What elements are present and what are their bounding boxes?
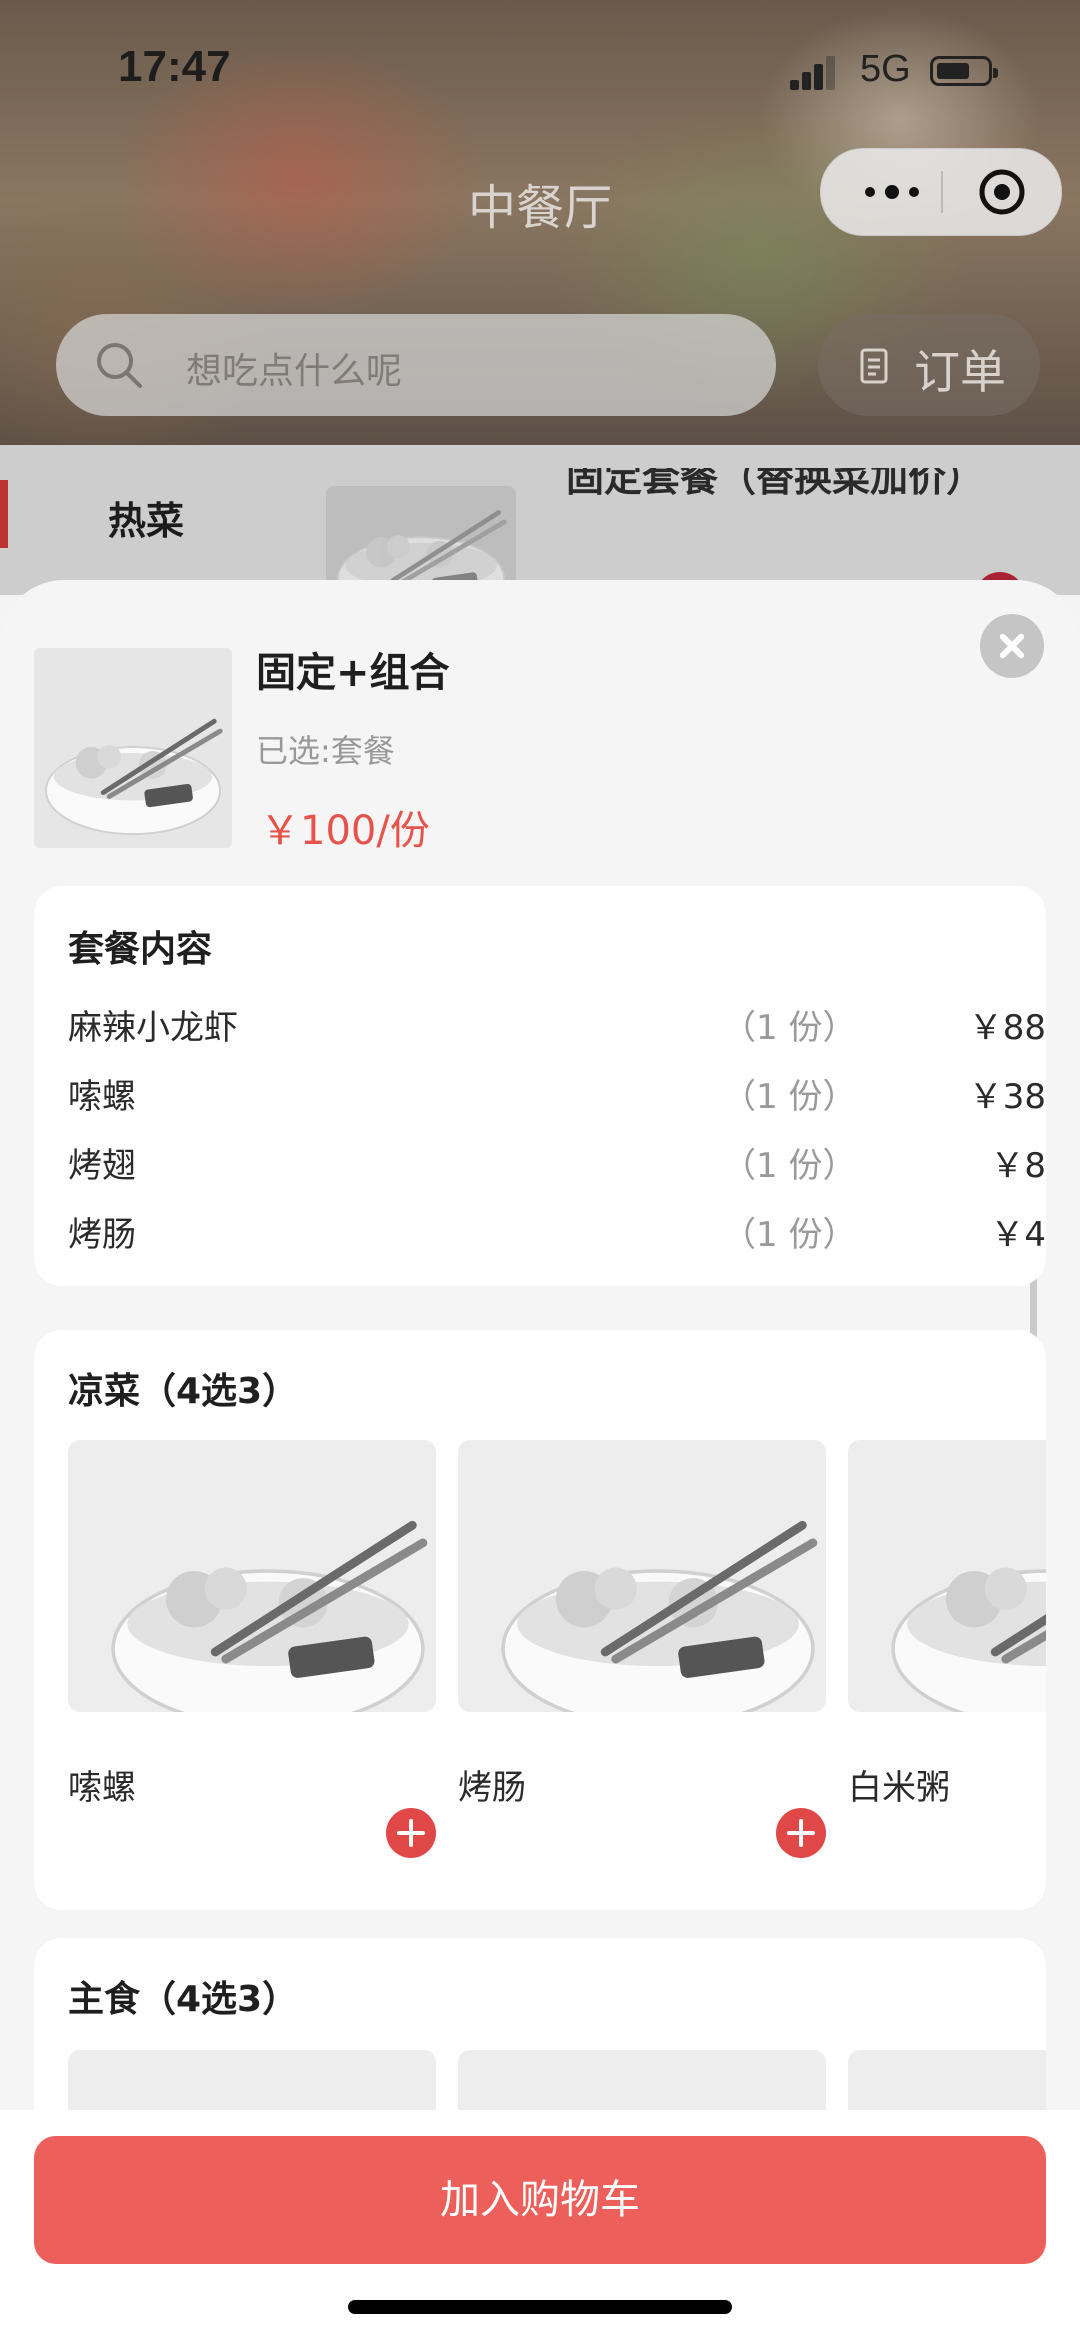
cold-dishes-title: 凉菜（4选3）	[68, 1371, 299, 1412]
set-menu-row: 烤翅 （1 份） ￥8	[68, 1130, 1046, 1190]
set-menu-row: 烤肠 （1 份） ￥4	[68, 1199, 1046, 1259]
set-menu-row: 麻辣小龙虾 （1 份） ￥88	[68, 992, 1046, 1052]
product-selected: 已选:套餐	[256, 732, 395, 770]
set-menu-item-price: ￥8	[990, 1146, 1046, 1186]
status-time: 17:47	[118, 42, 231, 91]
staple-title: 主食（4选3）	[68, 1979, 299, 2020]
search-bar[interactable]: 想吃点什么呢	[56, 314, 776, 416]
mini-program-capsule[interactable]	[820, 148, 1062, 236]
signal-icon	[790, 56, 835, 90]
dish-image	[848, 1440, 1046, 1712]
set-menu-item-price: ￥38	[968, 1077, 1046, 1117]
set-menu-item-price: ￥88	[968, 1008, 1046, 1048]
search-icon	[94, 340, 144, 390]
product-price: ￥100/份	[260, 808, 430, 854]
capsule-divider	[941, 171, 943, 213]
battery-icon	[930, 56, 998, 86]
order-button[interactable]: 订单	[818, 314, 1040, 416]
set-menu-card: 套餐内容 麻辣小龙虾 （1 份） ￥88 嗦螺 （1 份） ￥38 烤翅 （1 …	[34, 886, 1046, 1286]
dish-name: 白米粥	[848, 1768, 950, 1808]
set-menu-item-qty: （1 份）	[722, 1215, 857, 1255]
category-active-indicator	[0, 480, 8, 548]
set-menu-item-price: ￥4	[990, 1215, 1046, 1255]
set-menu-item-name: 麻辣小龙虾	[68, 1008, 238, 1048]
set-menu-row: 嗦螺 （1 份） ￥38	[68, 1061, 1046, 1121]
dish-image	[68, 1440, 436, 1712]
set-menu-item-name: 烤肠	[68, 1215, 136, 1255]
home-indicator[interactable]	[348, 2300, 732, 2314]
add-icon[interactable]	[386, 1808, 436, 1858]
document-icon	[860, 348, 888, 384]
add-icon[interactable]	[776, 1808, 826, 1858]
network-label: 5G	[860, 48, 911, 90]
set-menu-item-name: 嗦螺	[68, 1077, 136, 1117]
set-menu-item-qty: （1 份）	[722, 1008, 857, 1048]
cold-dishes-carousel[interactable]: 嗦螺 烤肠 白米粥	[68, 1440, 1046, 1900]
dish-name: 烤肠	[458, 1768, 526, 1808]
set-menu-item-qty: （1 份）	[722, 1077, 857, 1117]
close-icon[interactable]	[980, 614, 1044, 678]
dish-name: 嗦螺	[68, 1768, 136, 1808]
order-label: 订单	[914, 345, 1006, 399]
set-menu-item-name: 烤翅	[68, 1146, 136, 1186]
dish-image	[458, 1440, 826, 1712]
search-placeholder: 想吃点什么呢	[186, 351, 403, 392]
set-menu-item-qty: （1 份）	[722, 1146, 857, 1186]
close-program-icon[interactable]	[977, 167, 1027, 217]
add-to-cart-button[interactable]: 加入购物车	[34, 2136, 1046, 2264]
status-bar: 17:47 5G	[0, 0, 1080, 140]
category-hot-dishes[interactable]: 热菜	[108, 490, 184, 545]
more-icon[interactable]	[855, 179, 935, 205]
set-menu-title: 套餐内容	[68, 929, 213, 970]
product-options-sheet: 固定+组合 已选:套餐 ￥100/份 套餐内容 麻辣小龙虾 （1 份） ￥88 …	[0, 580, 1080, 2337]
menu-item-title: 固定套餐（替换菜加价）	[566, 468, 985, 500]
cold-dishes-card: 凉菜（4选3） 嗦螺 烤肠 白米粥	[34, 1330, 1046, 1910]
product-name: 固定+组合	[256, 650, 450, 696]
product-image	[34, 648, 232, 848]
